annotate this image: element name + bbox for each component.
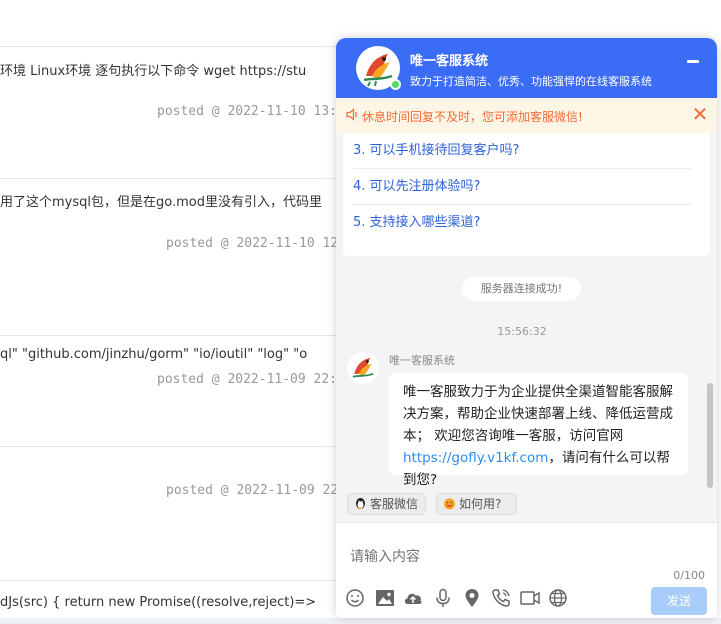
divider: [0, 178, 340, 179]
post-meta: posted @ 2022-11-10 13:2: [157, 104, 345, 119]
message-input[interactable]: [350, 537, 700, 577]
faq-item[interactable]: 4. 可以先注册体验吗?: [353, 169, 691, 205]
post-excerpt[interactable]: 用了这个mysql包，但是在go.mod里没有引入，代码里: [0, 191, 322, 210]
notice-bar: 休息时间回复不及时，您可添加客服微信! ✕: [336, 98, 717, 133]
input-area: 0/100: [336, 522, 717, 618]
wechat-button[interactable]: 客服微信: [347, 493, 426, 515]
divider: [0, 580, 340, 581]
post-meta: posted @ 2022-11-10 12: [166, 236, 339, 251]
faq-item[interactable]: 5. 支持接入哪些渠道?: [353, 205, 691, 241]
system-message: 服务器连接成功!: [462, 277, 581, 301]
scrollbar[interactable]: [707, 383, 713, 488]
image-icon[interactable]: [374, 587, 396, 609]
faq-item[interactable]: 3. 可以手机接待回复客户吗?: [353, 133, 691, 169]
post-excerpt[interactable]: ql" "github.com/jinzhu/gorm" "io/ioutil"…: [0, 347, 307, 362]
penguin-icon: [356, 498, 365, 509]
website-link[interactable]: https://gofly.v1kf.com: [403, 450, 548, 466]
video-icon[interactable]: [519, 587, 541, 609]
faq-list: 3. 可以手机接待回复客户吗? 4. 可以先注册体验吗? 5. 支持接入哪些渠道…: [343, 133, 710, 256]
chat-header[interactable]: 唯一客服系统 致力于打造简洁、优秀、功能强悍的在线客服系统: [336, 38, 717, 98]
bot-avatar: [347, 352, 379, 384]
message-timestamp: 15:56:32: [497, 325, 547, 338]
divider: [0, 446, 340, 447]
minimize-button[interactable]: [687, 60, 699, 63]
how-to-use-button[interactable]: 如何用?: [436, 493, 517, 515]
notice-text: 休息时间回复不及时，您可添加客服微信!: [362, 110, 583, 124]
emoji-icon[interactable]: [344, 587, 366, 609]
chat-title: 唯一客服系统: [410, 54, 489, 69]
wechat-button-label: 客服微信: [370, 497, 419, 511]
upload-cloud-icon[interactable]: [402, 587, 424, 609]
online-status-dot: [390, 79, 401, 90]
speaker-icon: [346, 108, 357, 121]
how-to-use-button-label: 如何用?: [459, 497, 502, 511]
globe-icon[interactable]: [547, 587, 569, 609]
close-icon[interactable]: ✕: [689, 103, 711, 125]
char-counter: 0/100: [673, 569, 705, 582]
divider: [0, 46, 340, 47]
smile-icon: [444, 498, 455, 510]
phone-icon[interactable]: [490, 587, 512, 609]
bird-logo-icon: [352, 357, 374, 378]
microphone-icon[interactable]: [432, 587, 454, 609]
post-excerpt[interactable]: dJs(src) { return new Promise((resolve,r…: [0, 595, 316, 610]
post-meta: posted @ 2022-11-09 22:2: [157, 372, 345, 387]
bot-name: 唯一客服系统: [389, 354, 455, 367]
message-text: 唯一客服致力于为企业提供全渠道智能客服解决方案，帮助企业快速部署上线、降低运营成…: [403, 384, 673, 444]
divider: [0, 335, 340, 336]
message-bubble: 唯一客服致力于为企业提供全渠道智能客服解决方案，帮助企业快速部署上线、降低运营成…: [389, 373, 688, 488]
chat-widget: 唯一客服系统 致力于打造简洁、优秀、功能强悍的在线客服系统 休息时间回复不及时，…: [336, 38, 717, 618]
post-meta: posted @ 2022-11-09 22: [166, 483, 339, 498]
location-icon[interactable]: [461, 587, 483, 609]
post-excerpt[interactable]: 环境 Linux环境 逐句执行以下命令 wget https://stu: [0, 60, 306, 79]
page-footer-strip: [0, 618, 721, 624]
send-button[interactable]: 发送: [651, 587, 707, 615]
chat-subtitle: 致力于打造简洁、优秀、功能强悍的在线客服系统: [410, 75, 652, 88]
